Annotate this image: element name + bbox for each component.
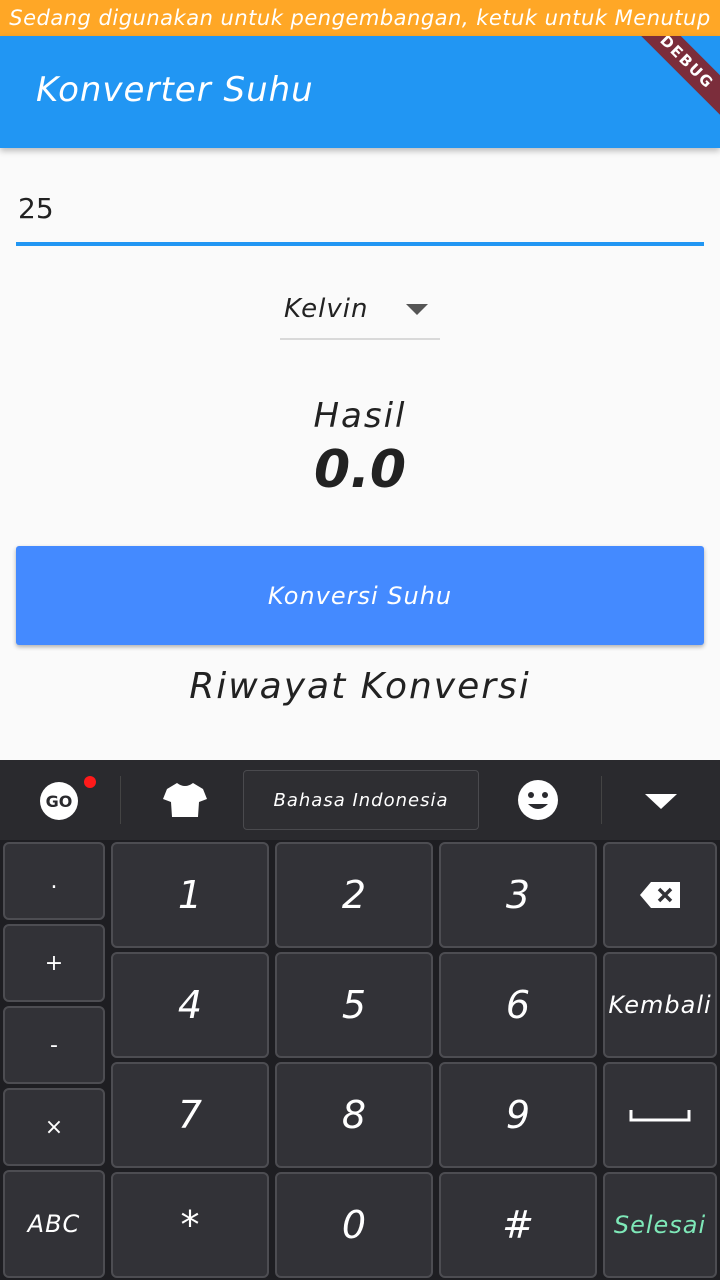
- backspace-icon: [640, 882, 680, 908]
- result-label: Hasil: [313, 396, 407, 436]
- key-8[interactable]: 8: [275, 1062, 433, 1168]
- key-abc[interactable]: ABC: [3, 1170, 105, 1278]
- dev-status-banner[interactable]: Sedang digunakan untuk pengembangan, ket…: [0, 0, 720, 36]
- app-bar: Konverter Suhu DEBUG: [0, 36, 720, 148]
- key-star[interactable]: *: [111, 1172, 269, 1278]
- hide-keyboard-icon[interactable]: [640, 788, 682, 814]
- convert-button[interactable]: Konversi Suhu: [16, 546, 704, 645]
- space-key[interactable]: [603, 1062, 717, 1168]
- key-0[interactable]: 0: [275, 1172, 433, 1278]
- result-value: 0.0: [313, 440, 407, 500]
- done-key[interactable]: Selesai: [603, 1172, 717, 1278]
- key-7[interactable]: 7: [111, 1062, 269, 1168]
- toolbar-divider: [120, 776, 121, 824]
- debug-banner: DEBUG: [616, 36, 720, 133]
- key-4[interactable]: 4: [111, 952, 269, 1058]
- theme-shirt-icon[interactable]: [160, 780, 210, 820]
- key-2[interactable]: 2: [275, 842, 433, 948]
- chevron-down-icon: [406, 303, 428, 315]
- backspace-key[interactable]: [603, 842, 717, 948]
- dev-status-text: Sedang digunakan untuk pengembangan, ket…: [9, 6, 711, 30]
- emoji-icon[interactable]: [516, 778, 560, 822]
- key-9[interactable]: 9: [439, 1062, 597, 1168]
- key-minus[interactable]: -: [3, 1006, 105, 1084]
- key-plus[interactable]: +: [3, 924, 105, 1002]
- key-multiply[interactable]: ×: [3, 1088, 105, 1166]
- unit-dropdown[interactable]: Kelvin: [280, 288, 440, 340]
- toolbar-divider: [601, 776, 602, 824]
- go-keyboard-logo-icon[interactable]: GO: [40, 782, 78, 820]
- key-hash[interactable]: #: [439, 1172, 597, 1278]
- temperature-input[interactable]: [16, 186, 704, 246]
- app-title: Konverter Suhu: [36, 70, 314, 110]
- keyboard-toolbar: GO Bahasa Indonesia: [0, 760, 720, 840]
- key-5[interactable]: 5: [275, 952, 433, 1058]
- notification-dot: [84, 776, 96, 788]
- language-selector[interactable]: Bahasa Indonesia: [243, 770, 479, 830]
- key-3[interactable]: 3: [439, 842, 597, 948]
- unit-dropdown-value: Kelvin: [284, 294, 369, 324]
- key-dot[interactable]: .: [3, 842, 105, 920]
- key-6[interactable]: 6: [439, 952, 597, 1058]
- enter-key[interactable]: Kembali: [603, 952, 717, 1058]
- on-screen-keyboard: GO Bahasa Indonesia . + - × ABC 1 2 3 4 …: [0, 760, 720, 1280]
- history-title: Riwayat Konversi: [189, 666, 531, 707]
- key-1[interactable]: 1: [111, 842, 269, 948]
- space-icon: [629, 1110, 691, 1122]
